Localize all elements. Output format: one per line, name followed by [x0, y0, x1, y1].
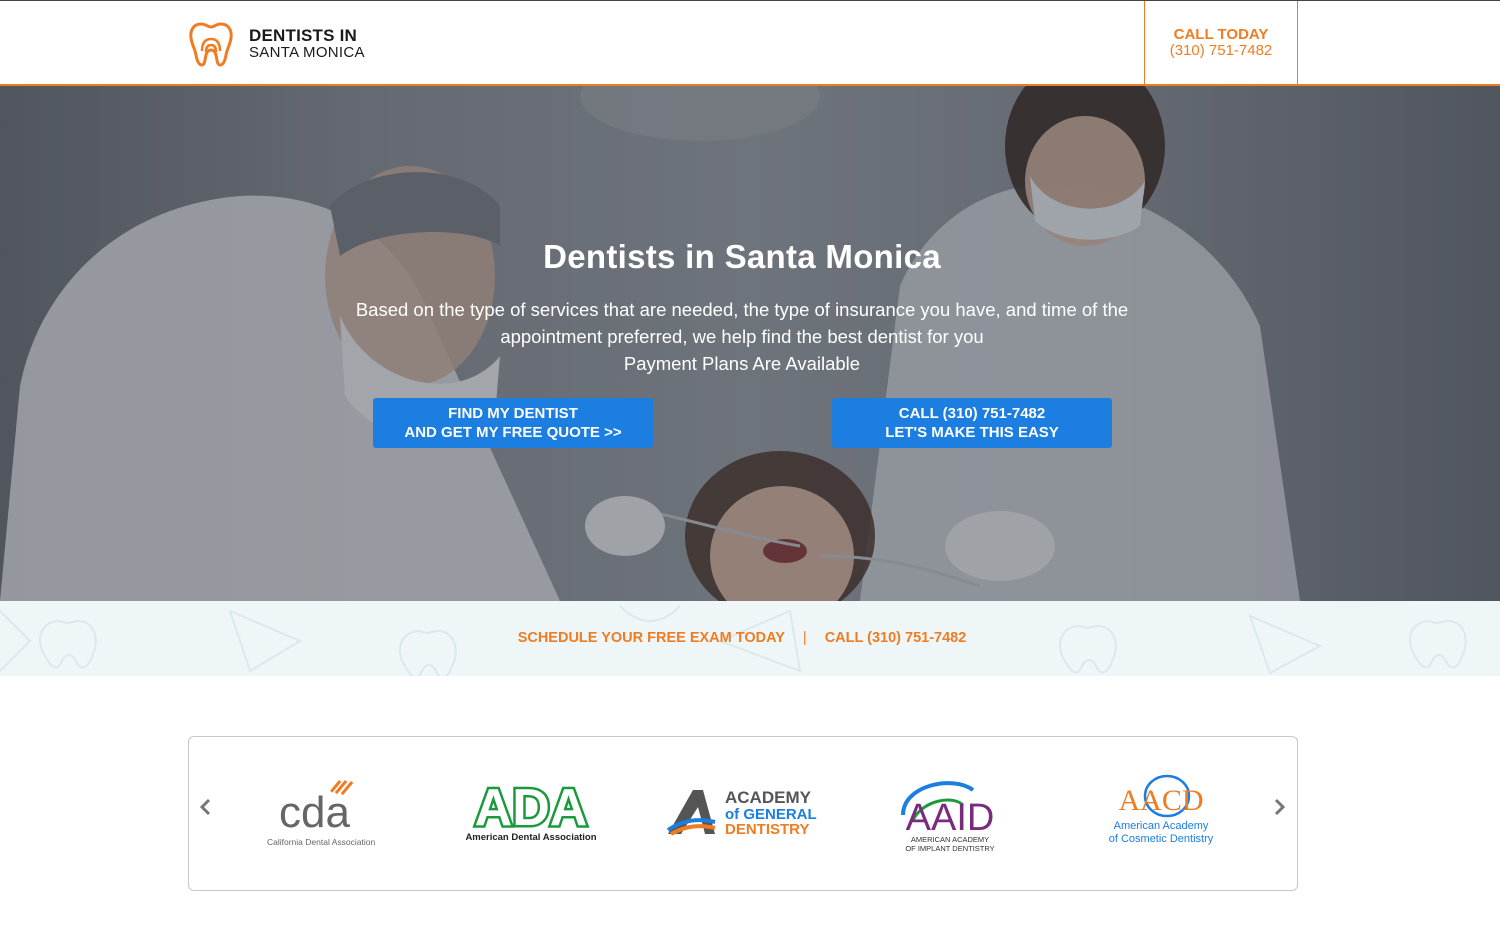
agd-logo: ACADEMY of GENERAL DENTISTRY — [663, 767, 823, 857]
call-button-line-2: LET'S MAKE THIS EASY — [885, 424, 1059, 441]
aaid-line-1: AMERICAN ACADEMY — [911, 835, 989, 844]
find-button-line-1: FIND MY DENTIST — [448, 405, 578, 422]
cda-logo: cda California Dental Association — [259, 767, 384, 857]
hero-subtitle-line-2: appointment preferred, we help find the … — [500, 326, 984, 347]
hero-subtitle-line-3: Payment Plans Are Available — [623, 353, 861, 374]
strip-call-link[interactable]: CALL (310) 751-7482 — [825, 630, 967, 646]
call-button-line-1: CALL (310) 751-7482 — [898, 405, 1046, 422]
hero-section: Dentists in Santa Monica Based on the ty… — [0, 86, 1500, 601]
ada-mark-fill: ADA — [475, 779, 588, 837]
aacd-mark: AACD — [1118, 784, 1203, 817]
tooth-icon — [189, 22, 233, 67]
find-button-line-2: AND GET MY FREE QUOTE >> — [404, 424, 622, 441]
aaid-logo: AAID AMERICAN ACADEMY OF IMPLANT DENTIST… — [893, 767, 1008, 857]
logo-title: DENTISTS IN — [249, 26, 357, 45]
chevron-left-icon[interactable] — [195, 795, 215, 819]
logo-subtitle: SANTA MONICA — [249, 44, 365, 61]
aacd-line-2: of Cosmetic Dentistry — [1109, 833, 1214, 845]
site-logo[interactable]: DENTISTS IN SANTA MONICA — [188, 21, 365, 67]
hero-title: Dentists in Santa Monica — [543, 238, 941, 275]
call-today-button[interactable]: CALL TODAY (310) 751-7482 — [1144, 1, 1298, 85]
call-now-button[interactable]: CALL (310) 751-7482 LET'S MAKE THIS EASY — [832, 398, 1112, 448]
find-my-dentist-button[interactable]: FIND MY DENTIST AND GET MY FREE QUOTE >> — [373, 398, 653, 448]
schedule-strip-text: SCHEDULE YOUR FREE EXAM TODAY | CALL (310)… — [0, 630, 1492, 646]
schedule-exam-link[interactable]: SCHEDULE YOUR FREE EXAM TODAY — [518, 630, 785, 646]
hero-subtitle: Based on the type of services that are n… — [310, 296, 1174, 377]
chevron-right-icon[interactable] — [1270, 795, 1290, 819]
call-today-label: CALL TODAY — [1173, 26, 1269, 43]
strip-separator: | — [802, 630, 807, 646]
schedule-strip: SCHEDULE YOUR FREE EXAM TODAY | CALL (310)… — [0, 601, 1500, 676]
aacd-logo: AACD American Academy of Cosmetic Dentis… — [1101, 767, 1221, 857]
association-logos-carousel: cda California Dental Association ADA AD… — [188, 736, 1298, 891]
aacd-line-1: American Academy — [1114, 820, 1209, 832]
site-header: DENTISTS IN SANTA MONICA CALL TODAY (310… — [0, 0, 1500, 86]
cda-name: California Dental Association — [267, 837, 375, 847]
logo-text: DENTISTS IN SANTA MONICA — [249, 27, 365, 61]
aaid-line-2: OF IMPLANT DENTISTRY — [905, 844, 994, 853]
ada-name: American Dental Association — [465, 832, 596, 843]
agd-line-1: ACADEMY — [725, 788, 812, 807]
cda-mark: cda — [279, 788, 350, 837]
hero-subtitle-line-1: Based on the type of services that are n… — [355, 299, 1129, 320]
call-today-phone: (310) 751-7482 — [1169, 42, 1273, 59]
agd-line-3: DENTISTRY — [725, 821, 809, 838]
ada-logo: ADA ADA American Dental Association — [459, 767, 604, 857]
aaid-mark: AAID — [906, 797, 995, 839]
